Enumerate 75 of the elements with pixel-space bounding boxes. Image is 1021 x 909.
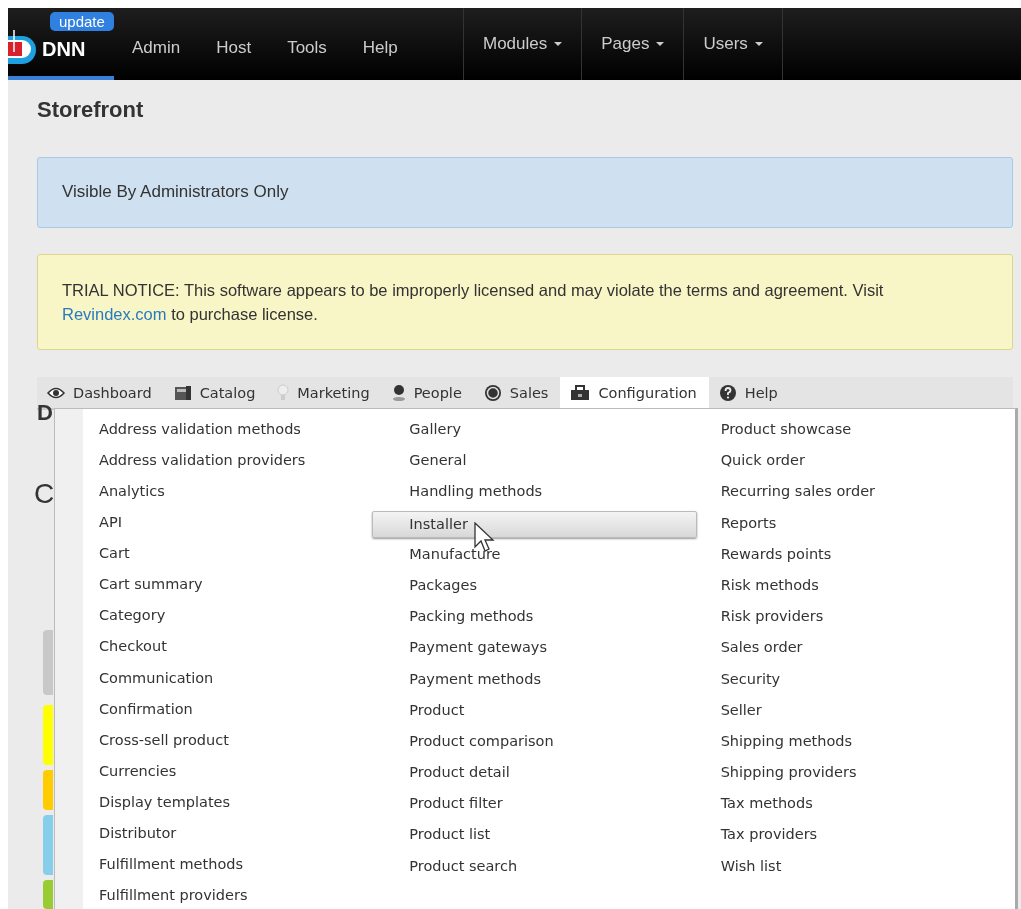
logo-text: DNN [42,37,86,61]
menu-item[interactable]: General [409,448,467,480]
nav-tab[interactable]: Help [708,377,790,408]
menu-item[interactable]: Cross-sell product [99,727,229,759]
menu-item[interactable]: Product showcase [720,417,852,449]
menu-item[interactable]: Manufacture [409,541,501,573]
menu-item[interactable]: Address validation methods [99,417,301,449]
menu-item[interactable]: Reports [720,510,777,542]
menu-item[interactable]: Product comparison [409,728,554,761]
nav-link[interactable]: Help [362,38,416,58]
menu-item[interactable]: Fulfillment providers [99,882,248,909]
admin-notice: Visible By Administrators Only [37,157,1013,228]
nav-link[interactable]: Tools [287,38,345,58]
menu-item[interactable]: Product search [409,853,518,885]
section-heading: C [34,478,55,510]
menu-item[interactable]: Product [409,697,465,729]
menu-item[interactable]: Gallery [409,417,461,449]
logo-mark-icon [8,30,38,66]
menu-item[interactable]: Currencies [99,758,177,790]
menu-item[interactable]: Category [99,603,166,635]
nav-link[interactable]: Admin [132,38,199,58]
menu-item[interactable]: Sales order [720,635,803,667]
menu-item[interactable]: Packages [409,572,477,605]
book-icon [173,384,192,401]
menu-item[interactable]: API [99,510,122,542]
coin-icon [483,383,502,402]
menu-item[interactable]: Tax providers [720,822,818,854]
menu-item[interactable]: Address validation providers [99,448,306,480]
menu-item[interactable]: Communication [99,665,214,697]
section-heading: D [37,400,53,426]
nav-tab[interactable]: Marketing [267,377,382,408]
menu-item[interactable]: Risk methods [720,572,819,605]
bulb-icon [277,383,290,402]
menu-item[interactable]: Product detail [409,760,510,792]
menu-item[interactable]: Confirmation [99,696,193,728]
menu-item[interactable]: Handling methods [409,479,543,511]
menu-item[interactable]: Analytics [99,479,165,511]
trial-notice: TRIAL NOTICE: This software appears to be improperly licensed and may violate the terms and agreement. Visit Revindex.com to purchase license. [37,254,1013,350]
menu-item[interactable]: Seller [720,697,762,729]
menu-item[interactable]: Installer [372,510,697,538]
menu-item[interactable]: Display templates [99,789,231,821]
menu-item[interactable]: Packing methods [409,604,534,636]
menu-item[interactable]: Tax methods [720,791,813,823]
nav-dropdown[interactable]: Pages [581,8,684,80]
menu-item[interactable]: Rewards points [720,541,832,573]
update-badge[interactable]: update [50,12,114,31]
menu-item[interactable]: Checkout [99,634,167,666]
nav-tab[interactable]: People [381,377,474,408]
nav-tab[interactable]: Sales [473,377,561,408]
menu-item[interactable]: Security [720,666,781,698]
menu-item[interactable]: Distributor [99,820,177,852]
nav-dropdown[interactable]: Modules [463,8,582,80]
nav-dropdown[interactable]: Users [683,8,783,80]
nav-tab[interactable]: Catalog [163,377,268,408]
menu-item[interactable]: Cart summary [99,572,203,604]
menu-item[interactable]: Recurring sales order [720,479,876,511]
menu-item[interactable]: Wish list [720,853,782,885]
nav-link[interactable]: Host [216,38,270,58]
license-link[interactable]: Revindex.com [62,305,167,323]
menu-item[interactable]: Fulfillment methods [99,851,244,883]
menu-item[interactable]: Cart [99,541,130,573]
menu-item[interactable]: Payment methods [409,666,541,698]
menu-item[interactable]: Product list [409,822,491,854]
menu-item[interactable]: Product filter [409,791,503,823]
nav-tab[interactable]: Configuration [560,377,709,408]
menu-item[interactable]: Risk providers [720,604,824,636]
menu-item[interactable]: Shipping providers [720,760,857,792]
menu-item[interactable]: Shipping methods [720,728,853,761]
person-icon [391,383,406,402]
menu-item[interactable]: Quick order [720,448,805,480]
menu-item[interactable]: Payment gateways [409,635,547,667]
eye-icon [47,385,65,400]
toolbox-icon [570,384,591,401]
help-icon [718,383,737,402]
page-title: Storefront [37,96,145,124]
